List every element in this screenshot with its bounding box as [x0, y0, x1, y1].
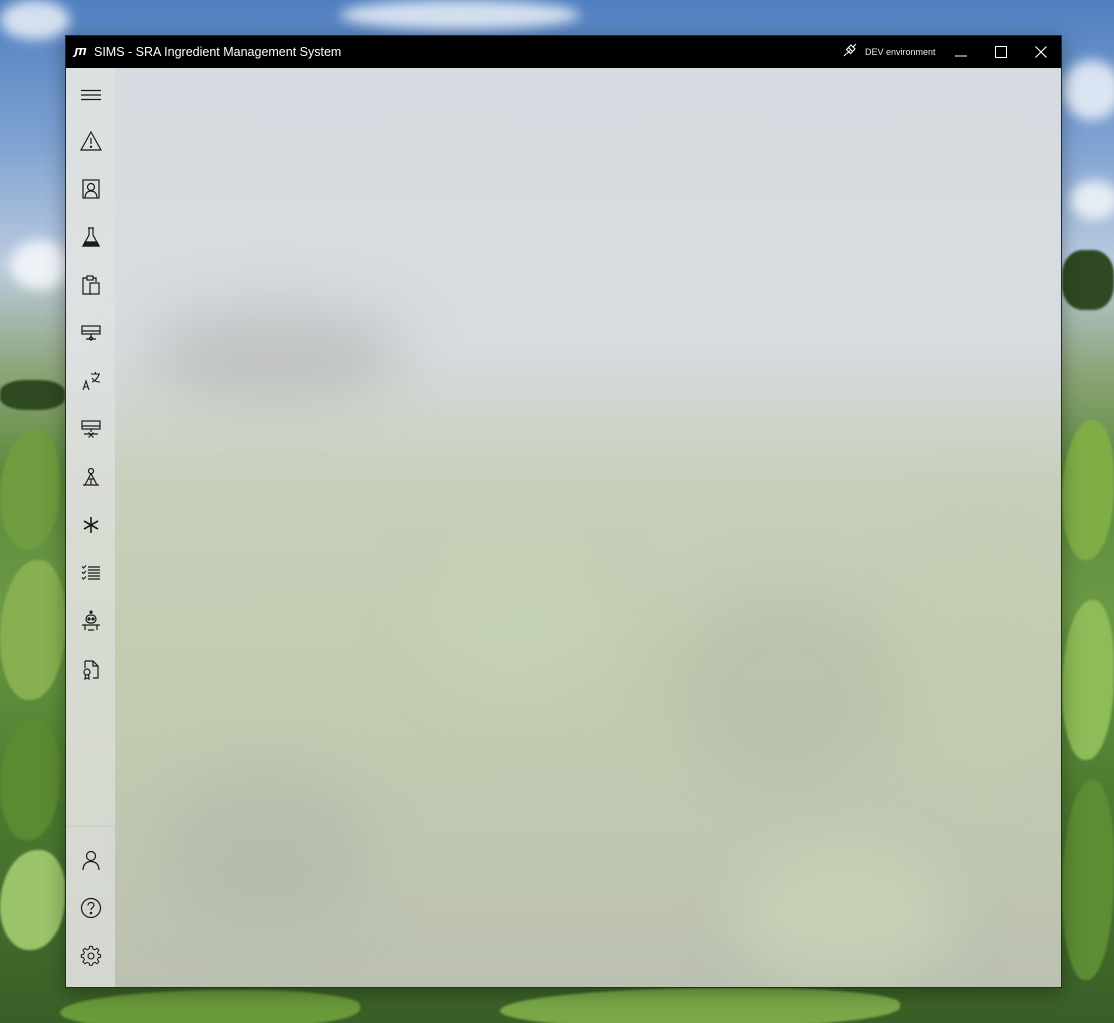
environment-label: DEV environment: [865, 47, 936, 57]
warning-icon: [79, 130, 102, 151]
flask-icon: [81, 227, 100, 247]
network-monitor-icon: [80, 325, 101, 341]
client-area: [66, 68, 1061, 987]
title-bar[interactable]: JTI SIMS - SRA Ingredient Management Sys…: [66, 36, 1061, 68]
backdrop-blur-shape: [735, 848, 955, 987]
help-icon: [80, 897, 101, 919]
main-content-area: [115, 68, 1061, 987]
contact-card-icon: [81, 179, 100, 199]
network-remove-icon: [80, 420, 101, 438]
asterisk-icon: [83, 517, 98, 533]
user-network-icon: [82, 467, 99, 486]
nav-item-ingredients[interactable]: [66, 215, 115, 259]
hamburger-menu-icon: [80, 89, 101, 101]
backdrop-blur-shape: [155, 768, 375, 928]
nav-item-clipboard[interactable]: [66, 263, 115, 307]
nav-item-alerts[interactable]: [66, 119, 115, 163]
backdrop-blur-shape: [145, 308, 405, 398]
nav-item-network[interactable]: [66, 407, 115, 451]
sidebar-divider: [66, 826, 115, 827]
nav-item-systems[interactable]: [66, 311, 115, 355]
nav-item-translations[interactable]: [66, 359, 115, 403]
maximize-button[interactable]: [981, 36, 1021, 68]
app-logo: JTI: [74, 46, 86, 58]
nav-item-help[interactable]: [66, 886, 115, 930]
backdrop-blur-shape: [915, 488, 1055, 788]
robot-icon: [81, 610, 100, 631]
minimize-button[interactable]: [941, 36, 981, 68]
document-certificate-icon: [82, 660, 99, 680]
nav-item-automation[interactable]: [66, 599, 115, 643]
nav-sidebar: [66, 68, 115, 987]
nav-item-contacts[interactable]: [66, 167, 115, 211]
environment-indicator: DEV environment: [842, 36, 936, 68]
translate-icon: [81, 372, 100, 391]
nav-item-settings[interactable]: [66, 934, 115, 978]
minimize-icon: [955, 55, 967, 57]
hamburger-menu-button[interactable]: [66, 73, 115, 117]
nav-item-certificates[interactable]: [66, 647, 115, 691]
clipboard-icon: [81, 275, 100, 295]
backdrop-blur-shape: [415, 548, 615, 708]
checklist-icon: [81, 565, 100, 580]
nav-item-account[interactable]: [66, 838, 115, 882]
close-button[interactable]: [1021, 36, 1061, 68]
plug-connected-icon: [842, 42, 858, 63]
backdrop-blur-shape: [675, 588, 895, 788]
window-title: SIMS - SRA Ingredient Management System: [94, 45, 342, 59]
close-icon: [1035, 46, 1047, 58]
nav-item-organization[interactable]: [66, 455, 115, 499]
nav-item-lists[interactable]: [66, 551, 115, 595]
user-icon: [81, 850, 100, 871]
maximize-icon: [995, 46, 1007, 58]
nav-item-requirements[interactable]: [66, 503, 115, 547]
settings-icon: [80, 945, 101, 966]
app-window: JTI SIMS - SRA Ingredient Management Sys…: [65, 35, 1062, 988]
